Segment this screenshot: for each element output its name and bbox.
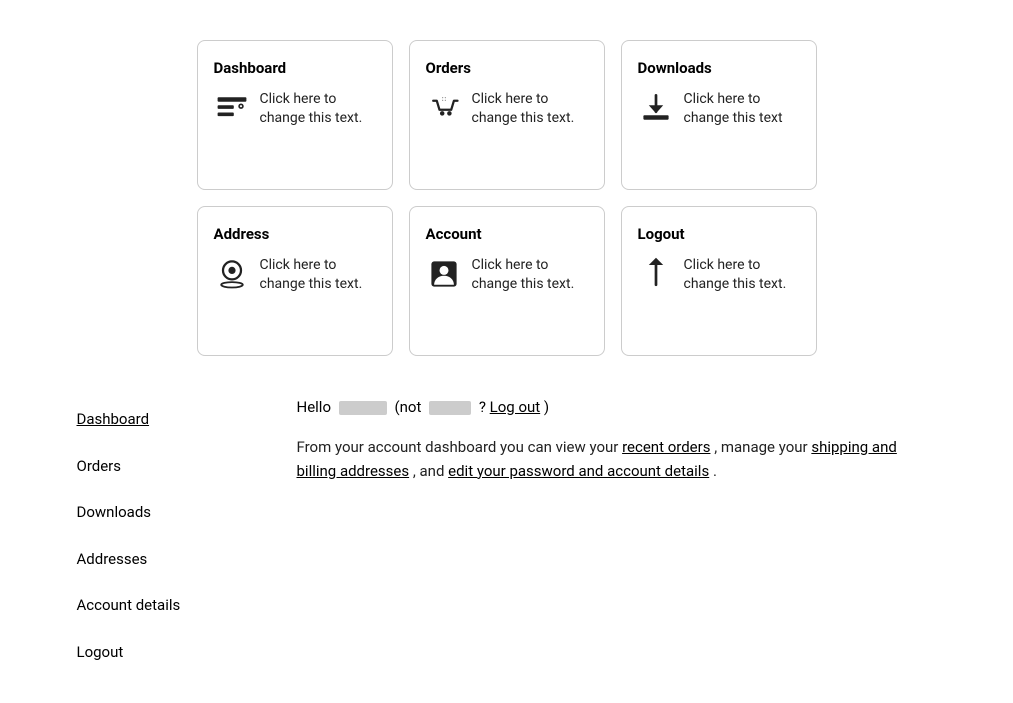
desc-part2: , manage your: [714, 438, 811, 456]
card-dashboard[interactable]: Dashboard Click here to change this text…: [197, 40, 393, 190]
hello-not: (not: [394, 398, 421, 416]
sidebar-item-dashboard[interactable]: Dashboard: [77, 396, 237, 443]
desc-part1: From your account dashboard you can view…: [297, 438, 623, 456]
card-title-address: Address: [214, 223, 376, 246]
desc-part3: , and: [413, 462, 448, 480]
main-content: Hello (not ? Log out ) From your account…: [297, 396, 937, 675]
card-title-account: Account: [426, 223, 588, 246]
sidebar-item-downloads[interactable]: Downloads: [77, 489, 237, 536]
hello-prefix: Hello: [297, 398, 332, 416]
account-icon: [426, 256, 462, 299]
card-title-orders: Orders: [426, 57, 588, 80]
card-account[interactable]: Account Click here to change this text.: [409, 206, 605, 356]
card-body-address: Click here to change this text.: [214, 256, 376, 299]
recent-orders-link[interactable]: recent orders: [622, 438, 710, 456]
sidebar: DashboardOrdersDownloadsAddressesAccount…: [77, 396, 237, 675]
sidebar-item-logout[interactable]: Logout: [77, 629, 237, 676]
downloads-icon: [638, 90, 674, 133]
bottom-section: DashboardOrdersDownloadsAddressesAccount…: [57, 396, 957, 675]
card-body-logout: Click here to change this text.: [638, 256, 800, 299]
card-title-dashboard: Dashboard: [214, 57, 376, 80]
card-logout[interactable]: Logout Click here to change this text.: [621, 206, 817, 356]
card-address[interactable]: Address Click here to change this text.: [197, 206, 393, 356]
card-text-downloads: Click here to change this text: [684, 90, 800, 129]
card-title-logout: Logout: [638, 223, 800, 246]
card-downloads[interactable]: Downloads Click here to change this text: [621, 40, 817, 190]
card-text-address: Click here to change this text.: [260, 256, 376, 295]
sidebar-item-account-details[interactable]: Account details: [77, 582, 237, 629]
username-redacted: [339, 401, 387, 415]
card-body-account: Click here to change this text.: [426, 256, 588, 299]
card-text-account: Click here to change this text.: [472, 256, 588, 295]
card-orders[interactable]: Orders Click here to change this text.: [409, 40, 605, 190]
card-text-dashboard: Click here to change this text.: [260, 90, 376, 129]
hello-question: ?: [479, 398, 486, 416]
sidebar-item-orders[interactable]: Orders: [77, 443, 237, 490]
sidebar-item-addresses[interactable]: Addresses: [77, 536, 237, 583]
card-text-orders: Click here to change this text.: [472, 90, 588, 129]
dashboard-icon: [214, 90, 250, 133]
card-body-downloads: Click here to change this text: [638, 90, 800, 133]
logout-icon: [638, 256, 674, 299]
hello-close: ): [544, 398, 549, 416]
account-description: From your account dashboard you can view…: [297, 435, 937, 483]
username2-redacted: [429, 401, 471, 415]
desc-part4: .: [713, 462, 717, 480]
card-title-downloads: Downloads: [638, 57, 800, 80]
orders-icon: [426, 90, 462, 133]
card-body-dashboard: Click here to change this text.: [214, 90, 376, 133]
edit-password-link[interactable]: edit your password and account details: [448, 462, 709, 480]
cards-grid: Dashboard Click here to change this text…: [197, 40, 817, 356]
hello-line: Hello (not ? Log out ): [297, 396, 937, 419]
card-text-logout: Click here to change this text.: [684, 256, 800, 295]
log-out-link[interactable]: Log out: [490, 398, 541, 416]
page-wrapper: Dashboard Click here to change this text…: [0, 0, 1013, 695]
card-body-orders: Click here to change this text.: [426, 90, 588, 133]
address-icon: [214, 256, 250, 299]
